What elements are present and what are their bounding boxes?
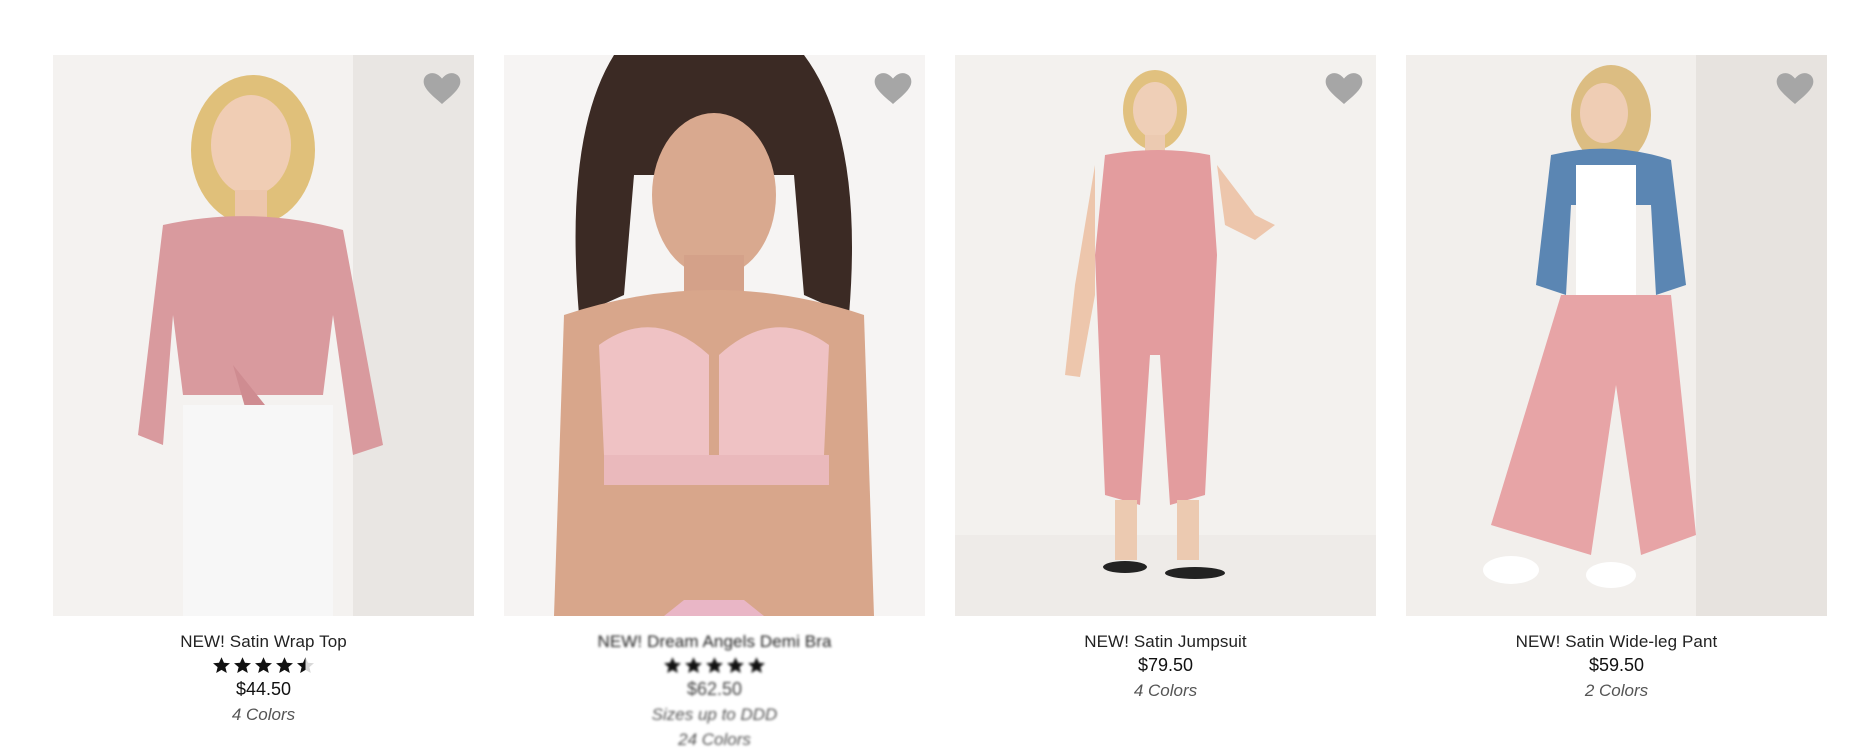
product-card[interactable]: NEW! Satin Wide-leg Pant $59.50 2 Colors [1406, 55, 1827, 752]
product-card[interactable]: NEW! Dream Angels Demi Bra $62.50 Sizes … [504, 55, 925, 752]
product-image-satin-jumpsuit[interactable] [955, 55, 1376, 616]
heart-icon[interactable] [1775, 69, 1815, 109]
star-icon [276, 656, 293, 673]
heart-icon[interactable] [1324, 69, 1364, 109]
product-info: NEW! Dream Angels Demi Bra $62.50 Sizes … [597, 631, 831, 752]
product-image-satin-wide-leg-pant[interactable] [1406, 55, 1827, 616]
product-card[interactable]: NEW! Satin Wrap Top $44.50 4 Colors [53, 55, 474, 752]
product-price: $79.50 [1137, 655, 1194, 675]
star-icon [706, 656, 723, 673]
product-info: NEW! Satin Wrap Top $44.50 4 Colors [180, 631, 347, 727]
color-count[interactable]: 4 Colors [1084, 678, 1247, 703]
product-price: $44.50 [235, 679, 292, 699]
star-icon [685, 656, 702, 673]
color-count[interactable]: 4 Colors [180, 702, 347, 727]
heart-icon[interactable] [873, 69, 913, 109]
product-info: NEW! Satin Jumpsuit $79.50 4 Colors [1084, 631, 1247, 703]
product-price: $62.50 [686, 679, 743, 699]
star-icon [213, 656, 230, 673]
rating-stars [180, 653, 347, 677]
product-name[interactable]: NEW! Satin Jumpsuit [1084, 631, 1247, 653]
product-image-dream-angels-demi-bra[interactable] [504, 55, 925, 616]
product-name[interactable]: NEW! Dream Angels Demi Bra [597, 631, 831, 653]
half-star-icon [297, 656, 314, 673]
product-name[interactable]: NEW! Satin Wide-leg Pant [1516, 631, 1718, 653]
model-photo [504, 55, 925, 616]
star-icon [727, 656, 744, 673]
model-photo [1406, 55, 1827, 616]
product-name[interactable]: NEW! Satin Wrap Top [180, 631, 347, 653]
product-image-satin-wrap-top[interactable] [53, 55, 474, 616]
star-icon [748, 656, 765, 673]
size-range: Sizes up to DDD [651, 705, 778, 724]
product-grid: NEW! Satin Wrap Top $44.50 4 Colors NEW!… [53, 55, 1827, 752]
model-photo [53, 55, 474, 616]
star-icon [664, 656, 681, 673]
color-count[interactable]: 24 Colors [597, 727, 831, 752]
color-count[interactable]: 2 Colors [1516, 678, 1718, 703]
star-icon [255, 656, 272, 673]
product-price: $59.50 [1588, 655, 1645, 675]
product-card[interactable]: NEW! Satin Jumpsuit $79.50 4 Colors [955, 55, 1376, 752]
heart-icon[interactable] [422, 69, 462, 109]
product-info: NEW! Satin Wide-leg Pant $59.50 2 Colors [1516, 631, 1718, 703]
model-photo [955, 55, 1376, 616]
rating-stars [597, 653, 831, 677]
star-icon [234, 656, 251, 673]
